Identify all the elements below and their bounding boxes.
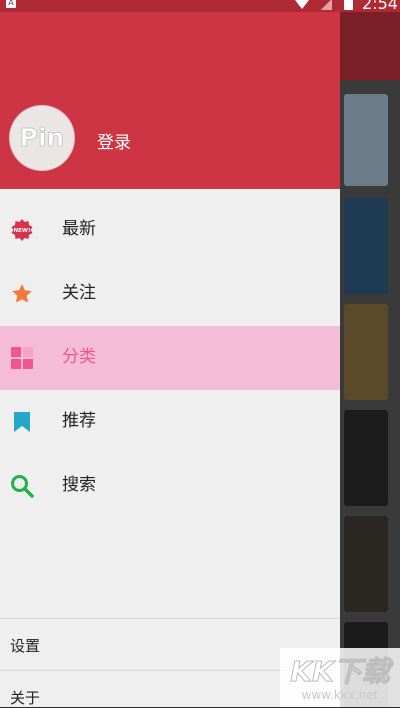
menu-item-label: 推荐 bbox=[62, 411, 96, 431]
background-card[interactable] bbox=[344, 516, 388, 612]
watermark: KK下载 www.kkx.net bbox=[280, 648, 400, 707]
background-card[interactable] bbox=[344, 94, 388, 186]
watermark-brand: KK下载 bbox=[290, 655, 390, 689]
grid-icon bbox=[10, 346, 34, 370]
about-item[interactable]: 关于 bbox=[10, 687, 40, 708]
background-card[interactable] bbox=[344, 304, 388, 400]
menu-item-category[interactable]: 分类 bbox=[0, 326, 340, 390]
new-badge-icon: NEW! bbox=[10, 218, 34, 242]
menu-item-recommend[interactable]: 推荐 bbox=[0, 390, 340, 454]
avatar[interactable]: Pin bbox=[10, 106, 74, 170]
navigation-drawer: Pin 登录 NEW! 最新 关注 分类 推荐 搜索 设置 关于 bbox=[0, 0, 340, 707]
menu-item-label: 分类 bbox=[62, 347, 96, 367]
wifi-icon bbox=[295, 0, 309, 9]
background-card[interactable] bbox=[344, 198, 388, 294]
login-link[interactable]: 登录 bbox=[97, 128, 131, 153]
menu-item-label: 关注 bbox=[62, 283, 96, 303]
search-icon bbox=[10, 474, 34, 498]
menu-item-latest[interactable]: NEW! 最新 bbox=[0, 198, 340, 262]
menu-item-label: 最新 bbox=[62, 219, 96, 239]
status-bar: A 2:54 bbox=[0, 0, 400, 13]
background-card[interactable] bbox=[344, 410, 388, 506]
bookmark-icon bbox=[10, 410, 34, 434]
menu-item-follow[interactable]: 关注 bbox=[0, 262, 340, 326]
menu-item-search[interactable]: 搜索 bbox=[0, 454, 340, 518]
svg-text:NEW!: NEW! bbox=[14, 228, 31, 234]
settings-item[interactable]: 设置 bbox=[10, 635, 40, 656]
notification-icon: A bbox=[6, 0, 16, 8]
signal-icon bbox=[320, 0, 332, 10]
star-icon bbox=[10, 282, 34, 306]
menu-item-label: 搜索 bbox=[62, 475, 96, 495]
pin-logo: Pin bbox=[19, 123, 65, 153]
background-toolbar bbox=[340, 12, 400, 80]
watermark-url: www.kkx.net bbox=[301, 688, 379, 702]
battery-icon bbox=[344, 0, 353, 10]
divider bbox=[0, 618, 340, 619]
status-time: 2:54 bbox=[362, 0, 398, 13]
